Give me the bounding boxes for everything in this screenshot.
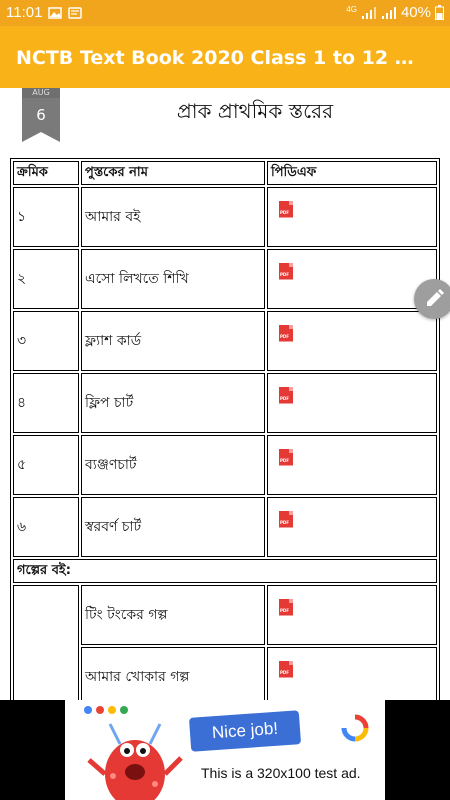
pdf-icon[interactable]: PDF xyxy=(279,448,293,466)
page-heading: প্রাক প্রাথমিক স্তরের xyxy=(176,99,334,123)
pdf-icon[interactable]: PDF xyxy=(279,386,293,404)
cell-pdf: PDF xyxy=(267,187,437,247)
battery-icon xyxy=(435,5,444,20)
date-badge: AUG 6 xyxy=(22,88,60,142)
cell-pdf: PDF xyxy=(267,311,437,371)
pdf-icon[interactable]: PDF xyxy=(279,510,293,528)
status-time: 11:01 xyxy=(6,4,43,21)
message-icon xyxy=(68,6,83,19)
cell-book-name: এসো লিখতে শিখি xyxy=(81,249,265,309)
signal-icon-2 xyxy=(381,6,396,19)
ad-bubble: Nice job! xyxy=(188,710,302,752)
cell-pdf: PDF xyxy=(267,435,437,495)
cell-serial: ৫ xyxy=(13,435,79,495)
cell-pdf: PDF xyxy=(267,249,437,309)
ad-content[interactable]: Nice job! This is a 320x100 test ad. xyxy=(65,700,385,800)
date-badge-ribbon xyxy=(22,132,60,142)
pdf-icon[interactable]: PDF xyxy=(279,598,293,616)
pencil-icon xyxy=(427,289,444,306)
table-row: ৩ ফ্ল্যাশ কার্ড PDF xyxy=(13,311,437,371)
header-book-name: পুস্তকের নাম xyxy=(81,161,265,185)
app-title: NCTB Text Book 2020 Class 1 to 12 বো... xyxy=(16,47,436,69)
table-row: ১ আমার বই PDF xyxy=(13,187,437,247)
cell-book-name: স্বরবর্ণ চার্ট xyxy=(81,497,265,557)
app-bar: NCTB Text Book 2020 Class 1 to 12 বো... xyxy=(0,26,450,88)
date-month: AUG xyxy=(22,88,60,98)
network-type: 4G xyxy=(346,5,357,14)
header-serial: ক্রমিক xyxy=(13,161,79,185)
pdf-icon[interactable]: PDF xyxy=(279,660,293,678)
red-monster-icon xyxy=(87,723,183,800)
cell-book-name: ব্যঞ্জণচার্ট xyxy=(81,435,265,495)
header-pdf: পিডিএফ xyxy=(267,161,437,185)
cell-book-name: টিং টংকের গল্প xyxy=(81,585,265,645)
pdf-icon[interactable]: PDF xyxy=(279,262,293,280)
cell-book-name: ফ্লিপ চার্ট xyxy=(81,373,265,433)
cell-serial: ৩ xyxy=(13,311,79,371)
edit-button[interactable] xyxy=(414,279,450,319)
cell-pdf: PDF xyxy=(267,585,437,645)
battery-percent: 40% xyxy=(400,4,431,21)
table-row: ২ এসো লিখতে শিখি PDF xyxy=(13,249,437,309)
section-title: গল্পের বই: xyxy=(13,559,437,583)
status-bar: 11:01 4G 40% xyxy=(0,0,450,26)
ad-text: This is a 320x100 test ad. xyxy=(201,765,361,781)
cell-pdf: PDF xyxy=(267,373,437,433)
table-row: ৬ স্বরবর্ণ চার্ট PDF xyxy=(13,497,437,557)
table-row: ৪ ফ্লিপ চার্ট PDF xyxy=(13,373,437,433)
cell-pdf: PDF xyxy=(267,497,437,557)
table-header-row: ক্রমিক পুস্তকের নাম পিডিএফ xyxy=(13,161,437,185)
books-table: ক্রমিক পুস্তকের নাম পিডিএফ ১ আমার বই PDF… xyxy=(10,158,440,700)
cell-serial: ১ xyxy=(13,187,79,247)
pdf-icon[interactable]: PDF xyxy=(279,324,293,342)
gallery-icon xyxy=(48,6,63,19)
cell-pdf: PDF xyxy=(267,647,437,700)
table-row: ৫ ব্যঞ্জণচার্ট PDF xyxy=(13,435,437,495)
cell-book-name: ফ্ল্যাশ কার্ড xyxy=(81,311,265,371)
cell-serial: ২ xyxy=(13,249,79,309)
cell-serial: ৬ xyxy=(13,497,79,557)
ad-banner[interactable]: Nice job! This is a 320x100 test ad. xyxy=(0,700,450,800)
cell-book-name: আমার খোকার গল্প xyxy=(81,647,265,700)
post-content[interactable]: AUG 6 প্রাক প্রাথমিক স্তরের ক্রমিক পুস্ত… xyxy=(0,88,450,700)
pdf-icon[interactable]: PDF xyxy=(279,200,293,218)
table-row: টিং টংকের গল্প PDF xyxy=(13,585,437,700)
cell-serial xyxy=(13,585,79,700)
ad-logo-icon xyxy=(341,714,369,742)
signal-icon xyxy=(361,6,376,19)
cell-book-name: আমার বই xyxy=(81,187,265,247)
cell-serial: ৪ xyxy=(13,373,79,433)
section-row: গল্পের বই: xyxy=(13,559,437,583)
date-day: 6 xyxy=(22,98,60,132)
